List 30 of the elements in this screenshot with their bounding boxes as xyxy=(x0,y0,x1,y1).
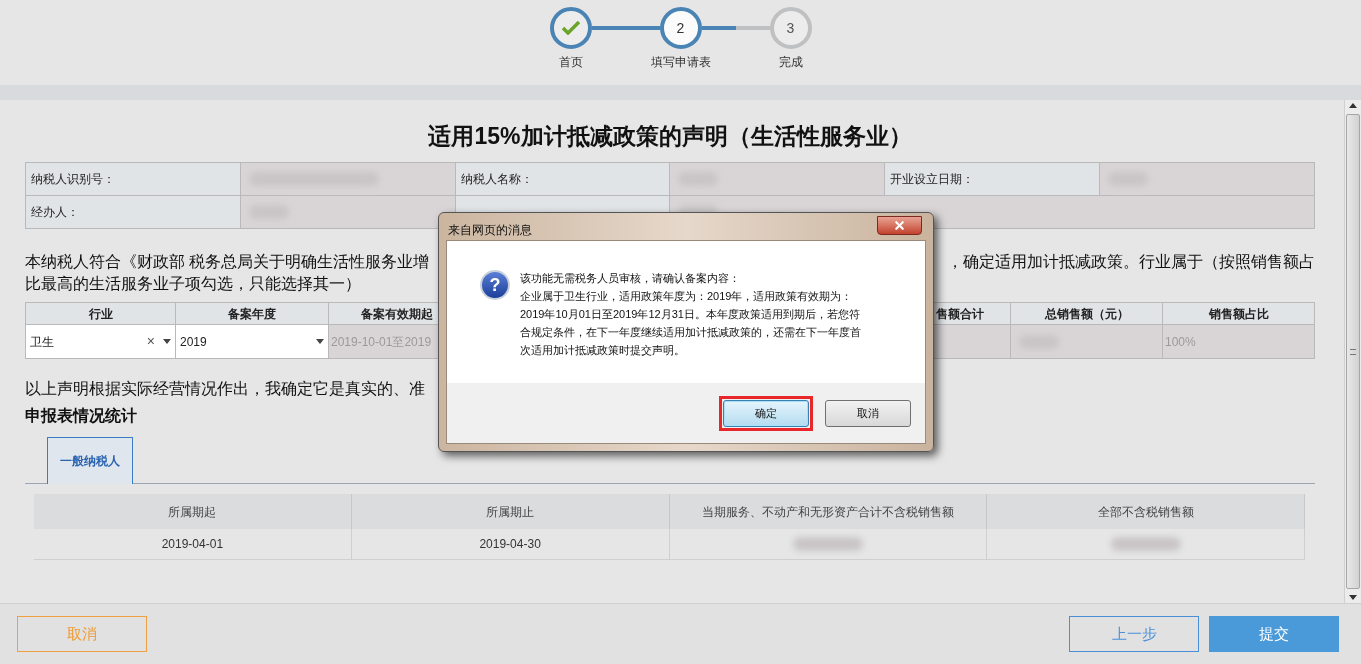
dialog-title: 来自网页的消息 xyxy=(447,221,532,239)
step-label: 首页 xyxy=(558,54,583,71)
page-title: 适用15%加计抵减政策的声明（生活性服务业） xyxy=(427,122,913,151)
column-header: 所属期止 xyxy=(351,494,670,529)
declaration-text: 比最高的生活服务业子项勾选，只能选择其一） xyxy=(25,274,361,294)
column-header: 全部不含税销售额 xyxy=(987,494,1305,529)
step-label: 填写申请表 xyxy=(650,54,711,71)
readonly-field: 100% xyxy=(1163,325,1315,359)
column-header: 总销售额（元） xyxy=(1011,303,1163,325)
column-header: 所属期起 xyxy=(34,494,352,529)
message-line: 企业属于卫生行业，适用政策年度为：2019年，适用政策有效期为： xyxy=(520,289,854,304)
section-title: 申报表情况统计 xyxy=(25,406,137,426)
table-cell: 2019-04-01 xyxy=(34,529,352,560)
step-label: 完成 xyxy=(778,54,803,71)
message-line: 合规定条件，在下一年度继续适用加计抵减政策的，还需在下一年度首 xyxy=(520,325,861,340)
field-label: 开业设立日期： xyxy=(885,163,1101,196)
column-header: 销售额占比 xyxy=(1163,303,1315,325)
message-line: 次适用加计抵减政策时提交声明。 xyxy=(520,343,686,358)
column-header: 行业 xyxy=(26,303,176,325)
column-header: 备案年度 xyxy=(176,303,329,325)
table-cell: 2019-04-30 xyxy=(351,529,670,560)
question-icon: ? xyxy=(480,270,510,300)
declaration-text: ，确定适用加计抵减政策。行业属于（按照销售额占 xyxy=(947,252,1315,272)
declaration-text: 本纳税人符合《财政部 税务总局关于明确生活性服务业增 xyxy=(25,252,430,272)
field-label: 纳税人识别号： xyxy=(26,163,241,196)
message-line: 该功能无需税务人员审核，请确认备案内容： xyxy=(520,271,741,286)
column-header: 当期服务、不动产和无形资产合计不含税销售额 xyxy=(669,494,988,529)
statement-text: 以上声明根据实际经营情况作出，我确定它是真实的、准 xyxy=(25,379,425,399)
field-label: 纳税人名称： xyxy=(455,163,671,196)
field-label: 经办人： xyxy=(26,196,241,229)
